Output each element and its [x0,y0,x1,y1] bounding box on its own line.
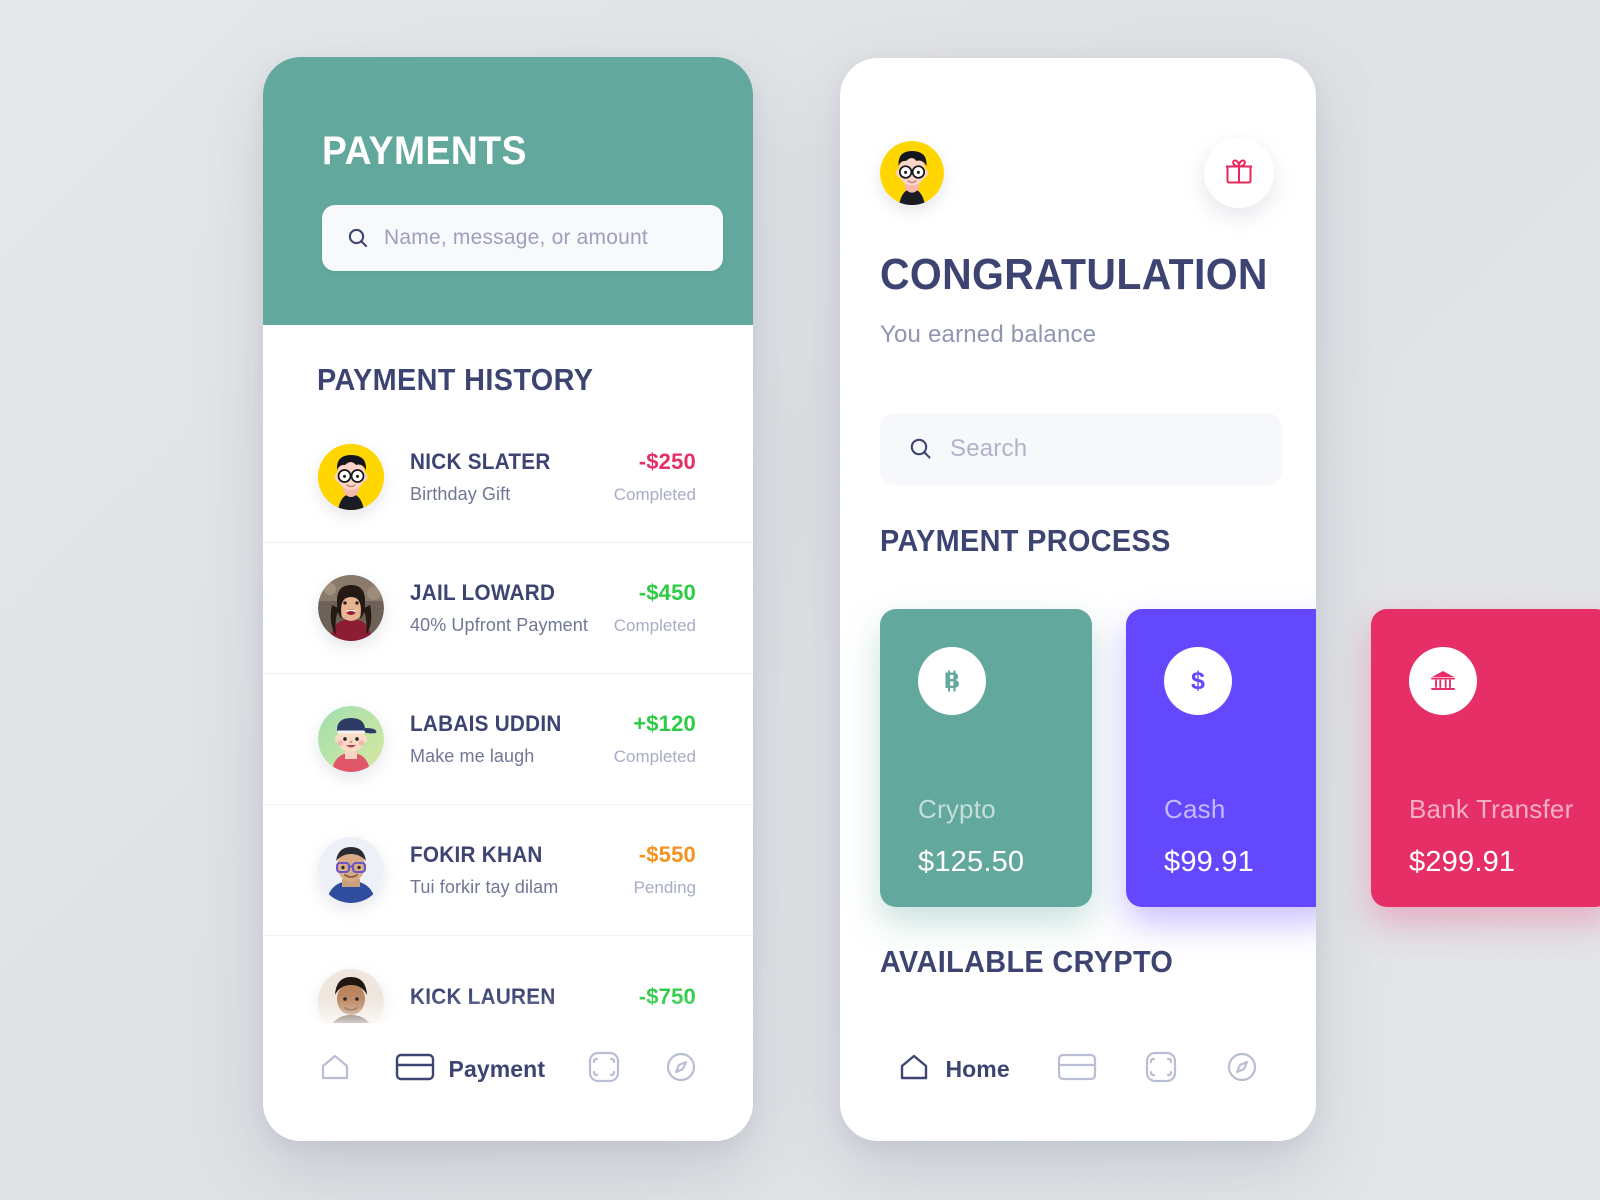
phone-payments-screen: PAYMENTS Name, message, or amount PAYMEN… [263,57,753,1141]
transaction-amount: -$250 [638,449,696,474]
transaction-amount: -$450 [638,580,696,605]
transaction-details: FOKIR KHAN Tui forkir tay dilam [410,842,634,898]
nav-item-label: Home [945,1055,1010,1082]
phone-congratulation-screen: CONGRATULATION You earned balance Search… [840,58,1316,1141]
payment-method-label: Cash [1164,794,1226,824]
svg-text:B: B [944,668,960,693]
search-placeholder: Search [950,435,1028,462]
search-icon [346,226,370,250]
status-badge: Pending [633,878,696,897]
scan-icon [1144,1050,1178,1089]
transaction-details: KICK LAUREN [410,984,639,1019]
payment-method-amount: $99.91 [1164,846,1254,878]
dollar-icon: $ [1164,647,1232,715]
transaction-name: KICK LAUREN [410,984,556,1009]
payment-method-amount: $299.91 [1409,846,1516,878]
payment-method-rail[interactable]: B Crypto $125.50 $ Cash $99.91 [880,609,1316,907]
nav-item-explore[interactable] [1225,1050,1259,1089]
payment-method-label: Crypto [918,794,996,824]
transaction-name: NICK SLATER [410,449,551,474]
status-badge: Completed [613,485,696,504]
svg-text:$: $ [1191,667,1205,695]
transaction-amount: +$120 [633,711,696,736]
transaction-details: NICK SLATER Birthday Gift [410,449,614,505]
nav-item-payment[interactable]: Payment [395,1051,546,1088]
nav-item-scan[interactable] [587,1050,621,1089]
payments-header [263,57,753,325]
transaction-note: Tui forkir tay dilam [410,877,559,897]
bitcoin-icon: B [918,647,986,715]
status-badge: Completed [613,616,696,635]
transaction-name: LABAIS UDDIN [410,711,562,736]
nav-item-label: Payment [448,1055,546,1082]
transaction-amount-block: -$550 Pending [634,842,696,898]
page-title: PAYMENTS [322,129,527,173]
transaction-amount-block: -$250 Completed [614,449,696,505]
section-title-available-crypto: AVAILABLE CRYPTO [880,944,1174,979]
payment-method-label: Bank Transfer [1409,794,1574,824]
credit-card-icon [1057,1051,1097,1088]
nav-item-scan[interactable] [1144,1050,1178,1089]
transaction-amount-block: -$450 Completed [614,580,696,636]
search-icon [908,436,934,462]
transaction-name: JAIL LOWARD [410,580,556,605]
payment-method-card-crypto[interactable]: B Crypto $125.50 [880,609,1092,907]
nav-item-home[interactable]: Home [897,1050,1010,1089]
avatar [318,444,384,510]
home-icon [897,1050,931,1089]
table-row[interactable]: FOKIR KHAN Tui forkir tay dilam -$550 Pe… [263,805,753,936]
compass-icon [1225,1050,1259,1089]
credit-card-icon [395,1051,435,1088]
bottom-navigation: Payment [263,1023,753,1141]
section-title-payment-process: PAYMENT PROCESS [880,523,1171,558]
avatar [318,837,384,903]
transaction-amount: -$750 [638,983,696,1009]
page-title: CONGRATULATION [880,250,1268,299]
payment-method-amount: $125.50 [918,846,1025,878]
search-placeholder: Name, message, or amount [384,226,648,249]
transaction-amount: -$550 [638,842,696,867]
status-badge: Completed [613,747,696,766]
transaction-note: 40% Upfront Payment [410,615,588,635]
page-subtitle: You earned balance [880,321,1097,348]
search-input[interactable]: Search [880,413,1282,485]
nav-item-payment[interactable] [1057,1051,1097,1088]
transaction-name: FOKIR KHAN [410,842,543,867]
nav-item-explore[interactable] [664,1050,698,1089]
canvas: PAYMENTS Name, message, or amount PAYMEN… [0,0,1600,1200]
transaction-amount-block: -$750 [639,984,696,1020]
scan-icon [587,1050,621,1089]
payment-history-list: NICK SLATER Birthday Gift -$250 Complete… [263,412,753,1067]
table-row[interactable]: LABAIS UDDIN Make me laugh +$120 Complet… [263,674,753,805]
compass-icon [664,1050,698,1089]
transaction-note: Make me laugh [410,746,535,766]
avatar [318,706,384,772]
avatar[interactable] [880,141,944,205]
section-title-payment-history: PAYMENT HISTORY [317,362,594,397]
bank-icon [1409,647,1477,715]
search-input[interactable]: Name, message, or amount [322,205,723,271]
nav-item-home[interactable] [318,1050,352,1089]
bottom-navigation: Home [840,1023,1316,1141]
transaction-amount-block: +$120 Completed [614,711,696,767]
transaction-note: Birthday Gift [410,484,511,504]
table-row[interactable]: JAIL LOWARD 40% Upfront Payment -$450 Co… [263,543,753,674]
payment-method-card-bank-transfer[interactable]: Bank Transfer $299.91 [1371,609,1600,907]
gift-icon [1224,156,1254,191]
home-icon [318,1050,352,1089]
gift-button[interactable] [1204,138,1274,208]
payment-method-card-cash[interactable]: $ Cash $99.91 [1126,609,1316,907]
transaction-details: LABAIS UDDIN Make me laugh [410,711,614,767]
transaction-details: JAIL LOWARD 40% Upfront Payment [410,580,614,636]
table-row[interactable]: NICK SLATER Birthday Gift -$250 Complete… [263,412,753,543]
avatar [318,575,384,641]
